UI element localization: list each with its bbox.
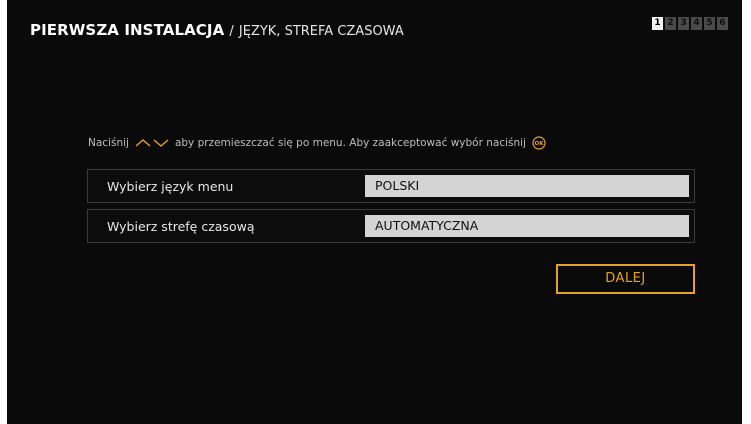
up-down-arrows-icon	[135, 137, 169, 149]
hint-text: aby przemieszczać się po menu. Aby zaakc…	[174, 137, 526, 149]
title-separator: /	[229, 24, 234, 39]
step-3: 3	[678, 17, 689, 30]
step-6: 6	[717, 17, 728, 30]
setup-screen: PIERWSZA INSTALACJA / JĘZYK, STREFA CZAS…	[7, 0, 742, 424]
menu-language-row[interactable]: Wybierz język menu POLSKI	[87, 169, 695, 203]
menu-language-select[interactable]: POLSKI	[365, 175, 689, 197]
timezone-row[interactable]: Wybierz strefę czasową AUTOMATYCZNA	[87, 209, 695, 243]
timezone-label: Wybierz strefę czasową	[107, 219, 255, 234]
step-1: 1	[652, 17, 663, 30]
timezone-select[interactable]: AUTOMATYCZNA	[365, 215, 689, 237]
page-header: PIERWSZA INSTALACJA / JĘZYK, STREFA CZAS…	[30, 20, 404, 39]
page-subtitle: JĘZYK, STREFA CZASOWA	[238, 24, 404, 39]
navigation-hint: Naciśnij aby przemieszczać się po menu. …	[88, 136, 546, 150]
ok-icon-label: OK	[535, 141, 545, 147]
ok-button-icon: OK	[532, 136, 546, 150]
hint-prefix: Naciśnij	[88, 137, 129, 149]
step-4: 4	[691, 17, 702, 30]
step-2: 2	[665, 17, 676, 30]
step-indicator: 1 2 3 4 5 6	[652, 17, 728, 30]
next-button[interactable]: DALEJ	[556, 264, 695, 294]
step-5: 5	[704, 17, 715, 30]
page-title: PIERWSZA INSTALACJA	[30, 21, 225, 39]
menu-language-label: Wybierz język menu	[107, 179, 234, 194]
